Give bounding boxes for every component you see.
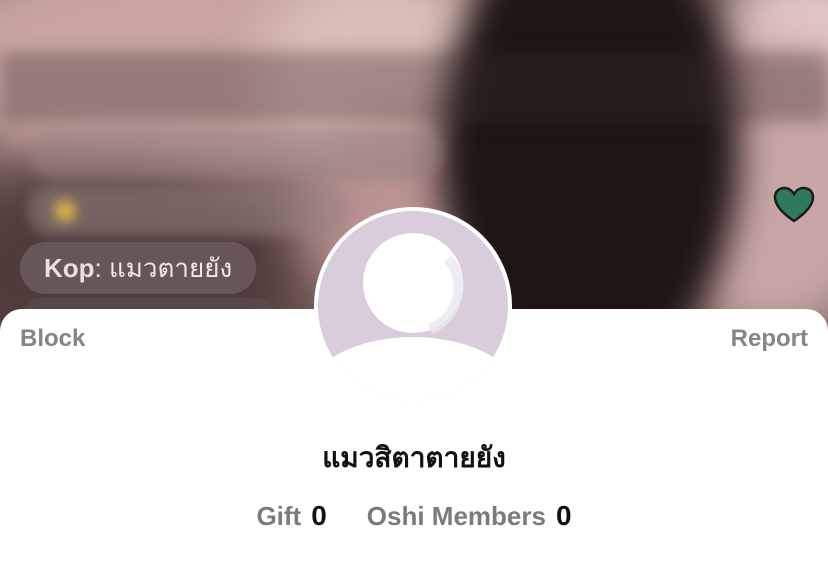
- comment-text: : แมวตายยัง: [94, 252, 233, 283]
- blurred-chat-message: [28, 186, 348, 236]
- default-avatar-icon: [318, 211, 508, 401]
- avatar: [314, 207, 512, 405]
- gift-label: Gift: [256, 501, 302, 531]
- chat-comment: Kop : แมวตายยัง: [20, 242, 257, 294]
- heart-icon[interactable]: [773, 186, 815, 224]
- profile-stats: Gift 0 Oshi Members 0: [0, 500, 828, 532]
- gift-count: 0: [311, 500, 327, 531]
- report-button[interactable]: Report: [731, 325, 808, 353]
- oshi-members-label: Oshi Members: [366, 501, 546, 531]
- oshi-members-count: 0: [555, 500, 572, 531]
- block-button[interactable]: Block: [20, 325, 85, 353]
- blurred-chat-message: [32, 128, 442, 180]
- profile-username: แมวสิตาตายยัง: [322, 441, 506, 474]
- comment-username: Kop: [44, 252, 95, 283]
